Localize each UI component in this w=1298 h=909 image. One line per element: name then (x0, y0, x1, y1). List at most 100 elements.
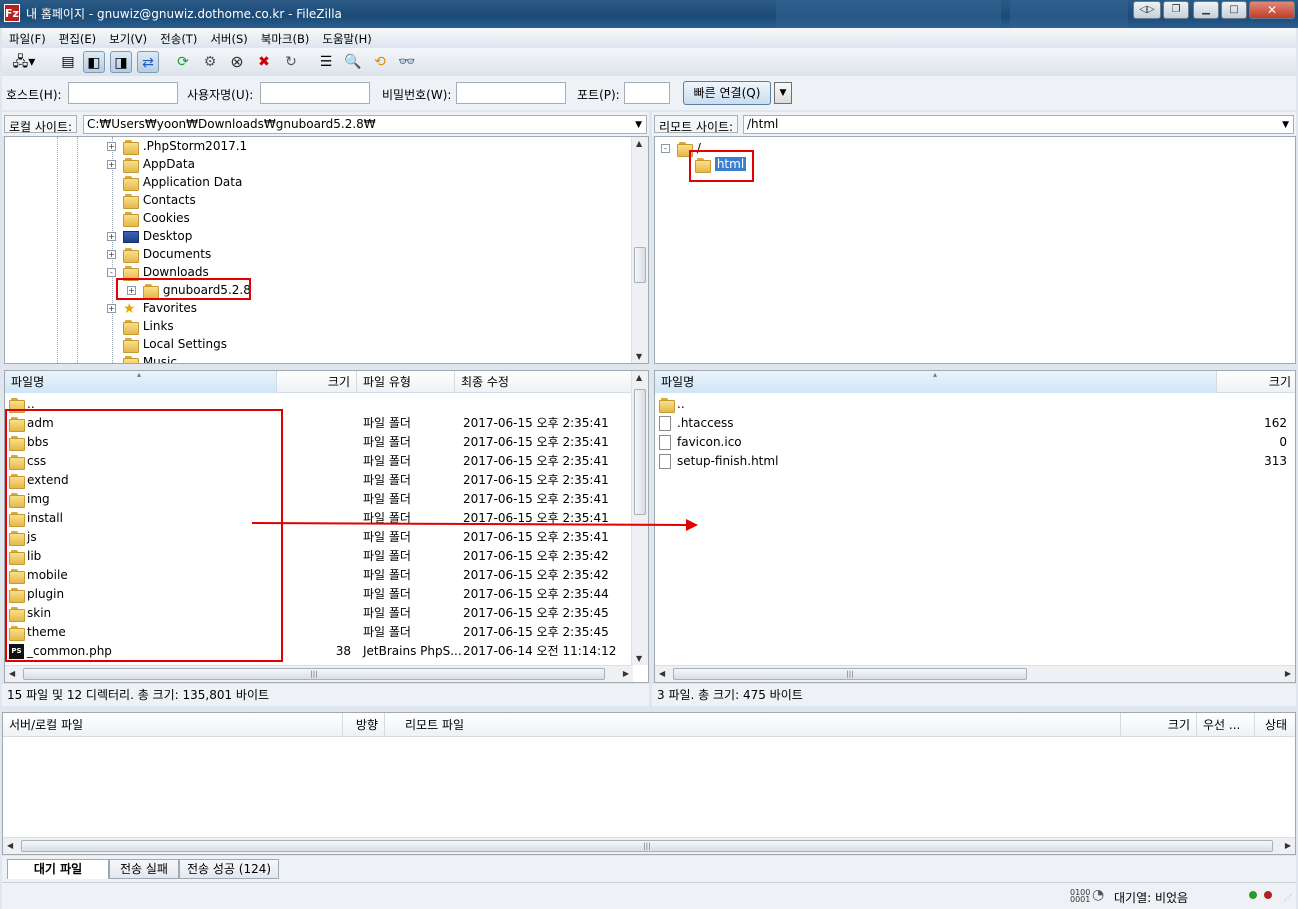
local-tree-icon[interactable]: ◧ (83, 51, 105, 73)
table-row[interactable]: theme 파일 폴더 2017-06-15 오후 2:35:45 (5, 623, 633, 642)
tree-item[interactable]: Links (107, 317, 174, 335)
tree-item[interactable]: Application Data (107, 173, 242, 191)
cancel-icon[interactable]: ⊗ (226, 51, 248, 73)
collapse-icon[interactable]: - (661, 144, 670, 153)
tree-item[interactable]: Music (107, 353, 177, 363)
quickconnect-button[interactable]: 빠른 연결(Q) (683, 81, 771, 105)
column-size[interactable]: 크기 (1121, 713, 1197, 737)
menu-bookmarks[interactable]: 북마크(B) (254, 28, 316, 47)
reconnect-icon[interactable]: ↻ (280, 51, 302, 73)
scroll-thumb[interactable]: ||| (23, 668, 605, 680)
folder-icon (9, 607, 25, 622)
menu-edit[interactable]: 편집(E) (52, 28, 102, 47)
tree-item[interactable]: + AppData (107, 155, 195, 173)
chevron-down-icon[interactable]: ▼ (1282, 120, 1289, 130)
tree-item[interactable]: Cookies (107, 209, 190, 227)
refresh-icon[interactable]: ⟳ (172, 51, 194, 73)
tab-successful[interactable]: 전송 성공 (124) (179, 859, 279, 879)
queue-hscrollbar[interactable]: ◀ ||| ▶ (3, 837, 1295, 854)
table-row[interactable]: mobile 파일 폴더 2017-06-15 오후 2:35:42 (5, 566, 633, 585)
restore-icon[interactable]: ❐ (1163, 1, 1189, 19)
nav-icon[interactable]: ◁▷ (1133, 1, 1161, 19)
search-icon[interactable]: 👓 (396, 51, 418, 73)
user-input[interactable] (260, 82, 370, 104)
folder-icon (9, 493, 25, 508)
host-input[interactable] (68, 82, 178, 104)
scroll-thumb[interactable] (634, 389, 646, 515)
remote-tree-html[interactable]: html (695, 155, 747, 173)
table-row[interactable]: skin 파일 폴더 2017-06-15 오후 2:35:45 (5, 604, 633, 623)
column-status[interactable]: 상태 (1259, 713, 1295, 737)
tree-item[interactable]: + Desktop (107, 227, 192, 245)
expand-icon[interactable]: + (107, 232, 116, 241)
resize-grip-icon[interactable]: ⋰ (1284, 893, 1292, 902)
expand-icon[interactable]: + (107, 250, 116, 259)
close-button[interactable]: ✕ (1249, 1, 1295, 19)
scroll-thumb[interactable]: ||| (673, 668, 1027, 680)
expand-icon[interactable]: - (107, 268, 116, 277)
local-tree-scrollbar[interactable]: ▲ ▼ (631, 137, 648, 363)
disconnect-icon[interactable]: ✖ (253, 51, 275, 73)
table-row[interactable]: plugin 파일 폴더 2017-06-15 오후 2:35:44 (5, 585, 633, 604)
minimize-button[interactable]: ▁ (1193, 1, 1219, 19)
menu-view[interactable]: 보기(V) (102, 28, 153, 47)
table-row[interactable]: setup-finish.html 313 (655, 452, 1295, 471)
table-row[interactable]: .htaccess 162 (655, 414, 1295, 433)
column-priority[interactable]: 우선 ... (1197, 713, 1255, 737)
tree-item[interactable]: + .PhpStorm2017.1 (107, 137, 247, 155)
menu-server[interactable]: 서버(S) (203, 28, 253, 47)
menu-help[interactable]: 도움말(H) (315, 28, 377, 47)
table-row[interactable]: .. (655, 395, 1295, 414)
table-row[interactable]: lib 파일 폴더 2017-06-15 오후 2:35:42 (5, 547, 633, 566)
password-input[interactable] (456, 82, 566, 104)
local-list-hscrollbar[interactable]: ◀ ||| ▶ (5, 665, 633, 682)
table-row[interactable]: favicon.ico 0 (655, 433, 1295, 452)
menu-file[interactable]: 파일(F) (2, 28, 52, 47)
tree-item[interactable]: - Downloads (107, 263, 209, 281)
tree-item[interactable]: + gnuboard5.2.8 (127, 281, 251, 299)
message-log-icon[interactable]: ▤ (57, 51, 79, 73)
scroll-thumb[interactable] (634, 247, 646, 283)
maximize-button[interactable]: □ (1221, 1, 1247, 19)
table-row[interactable]: css 파일 폴더 2017-06-15 오후 2:35:41 (5, 452, 633, 471)
local-path-combo[interactable]: C:₩Users₩yoon₩Downloads₩gnuboard5.2.8₩ ▼ (83, 115, 647, 134)
quickconnect-dropdown-icon[interactable]: ▼ (774, 82, 792, 104)
expand-icon[interactable]: + (107, 160, 116, 169)
file-name: skin (27, 606, 52, 620)
column-size[interactable]: 크기 (1217, 371, 1295, 393)
table-row[interactable]: adm 파일 폴더 2017-06-15 오후 2:35:41 (5, 414, 633, 433)
tab-failed[interactable]: 전송 실패 (109, 859, 179, 879)
column-local-file[interactable]: 서버/로컬 파일 (3, 713, 343, 737)
column-modified[interactable]: 최종 수정 (455, 371, 633, 393)
column-size[interactable]: 크기 (277, 371, 357, 393)
sync-browse-icon[interactable]: ⟲ (369, 51, 391, 73)
scroll-thumb[interactable]: ||| (21, 840, 1273, 852)
tree-item[interactable]: + ★ Favorites (107, 299, 197, 317)
compare-icon[interactable]: 🔍 (342, 51, 364, 73)
process-queue-icon[interactable]: ⚙ (199, 51, 221, 73)
filter-icon[interactable]: ☰ (315, 51, 337, 73)
tree-item[interactable]: + Documents (107, 245, 211, 263)
site-manager-icon[interactable]: 🖧▾ (6, 51, 42, 73)
expand-icon[interactable]: + (107, 142, 116, 151)
table-row[interactable]: extend 파일 폴더 2017-06-15 오후 2:35:41 (5, 471, 633, 490)
expand-icon[interactable]: + (107, 304, 116, 313)
column-remote-file[interactable]: 리모트 파일 (399, 713, 1121, 737)
table-row[interactable]: img 파일 폴더 2017-06-15 오후 2:35:41 (5, 490, 633, 509)
column-direction[interactable]: 방향 (343, 713, 385, 737)
port-input[interactable] (624, 82, 670, 104)
remote-path-combo[interactable]: /html ▼ (743, 115, 1294, 134)
remote-tree-icon[interactable]: ◨ (110, 51, 132, 73)
transfer-queue-icon[interactable]: ⇄ (137, 51, 159, 73)
menu-transfer[interactable]: 전송(T) (153, 28, 203, 47)
expand-icon[interactable]: + (127, 286, 136, 295)
table-row[interactable]: PS _common.php 38 JetBrains PhpS... 2017-06-… (5, 642, 633, 661)
tree-item[interactable]: Contacts (107, 191, 196, 209)
table-row[interactable]: bbs 파일 폴더 2017-06-15 오후 2:35:41 (5, 433, 633, 452)
chevron-down-icon[interactable]: ▼ (635, 120, 642, 130)
remote-list-hscrollbar[interactable]: ◀ ||| ▶ (655, 665, 1295, 682)
tree-item[interactable]: Local Settings (107, 335, 227, 353)
column-type[interactable]: 파일 유형 (357, 371, 455, 393)
tab-queued[interactable]: 대기 파일 (7, 859, 109, 879)
table-row[interactable]: .. (5, 395, 633, 414)
